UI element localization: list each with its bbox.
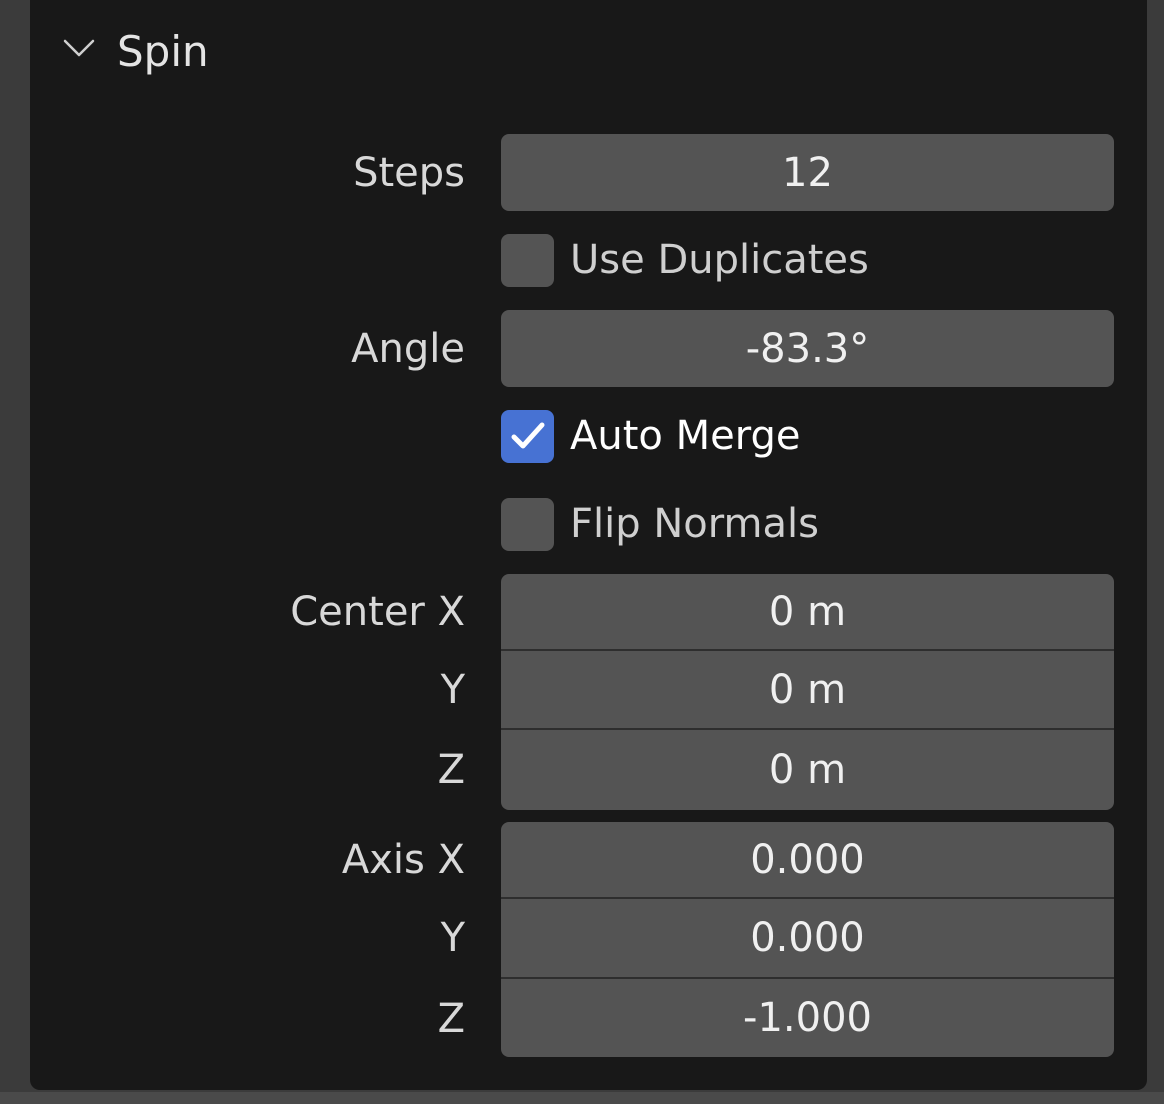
center-x-field[interactable]: 0 m	[501, 574, 1114, 651]
auto-merge-checkbox[interactable]	[501, 409, 554, 463]
axis-z-value: -1.000	[743, 995, 872, 1041]
checkmark-icon	[511, 422, 544, 449]
center-z-value: 0 m	[768, 747, 847, 793]
center-z-field[interactable]: 0 m	[501, 730, 1114, 810]
flip-normals-checkbox[interactable]	[501, 497, 554, 551]
axis-y-field[interactable]: 0.000	[501, 899, 1114, 979]
center-y-value: 0 m	[768, 666, 847, 713]
flip-normals-row[interactable]: Flip Normals	[501, 496, 819, 552]
angle-value: -83.3°	[745, 325, 870, 372]
axis-y-label: Y	[440, 915, 465, 961]
use-duplicates-label: Use Duplicates	[570, 237, 869, 283]
axis-z-label: Z	[437, 996, 465, 1042]
axis-x-value: 0.000	[750, 836, 865, 883]
center-x-label: Center X	[290, 589, 465, 635]
auto-merge-row[interactable]: Auto Merge	[501, 408, 800, 464]
center-x-value: 0 m	[768, 588, 847, 635]
panel-title: Spin	[117, 27, 209, 76]
use-duplicates-row[interactable]: Use Duplicates	[501, 232, 869, 288]
angle-label: Angle	[351, 326, 465, 372]
steps-value: 12	[782, 149, 833, 196]
steps-label: Steps	[353, 150, 465, 196]
axis-x-field[interactable]: 0.000	[501, 822, 1114, 899]
axis-y-value: 0.000	[750, 915, 865, 961]
chevron-down-icon[interactable]	[62, 36, 96, 62]
auto-merge-label: Auto Merge	[570, 413, 801, 459]
steps-field[interactable]: 12	[501, 134, 1114, 211]
flip-normals-label: Flip Normals	[570, 501, 819, 547]
center-y-label: Y	[440, 667, 465, 713]
use-duplicates-checkbox[interactable]	[501, 233, 554, 287]
axis-z-field[interactable]: -1.000	[501, 979, 1114, 1057]
angle-field[interactable]: -83.3°	[501, 310, 1114, 387]
center-z-label: Z	[437, 747, 465, 793]
axis-x-label: Axis X	[341, 837, 465, 883]
spin-operator-panel: Spin Steps 12 Use Duplicates Angle -83.3…	[30, 0, 1147, 1090]
center-y-field[interactable]: 0 m	[501, 651, 1114, 730]
bottom-strip	[0, 1092, 1164, 1104]
panel-header[interactable]: Spin	[30, 0, 1147, 106]
